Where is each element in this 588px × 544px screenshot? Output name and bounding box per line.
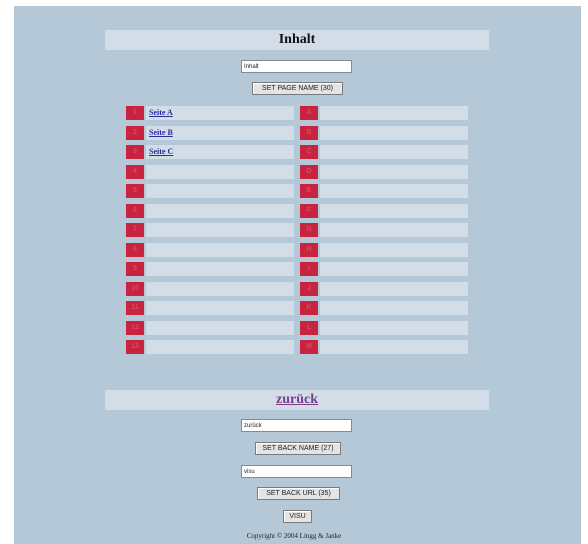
right-entry-number: A xyxy=(300,106,318,120)
right-entry-number: B xyxy=(300,125,318,140)
left-entry-cell xyxy=(146,301,294,315)
right-entry-row: B xyxy=(300,125,468,140)
right-entry-row: C xyxy=(300,145,468,159)
set-page-name-button[interactable]: SET PAGE NAME (30) xyxy=(252,82,343,95)
right-entry-number: H xyxy=(300,242,318,257)
right-entry-row: D xyxy=(300,164,468,179)
right-entry-cell xyxy=(320,281,468,296)
left-entry-row: 3 Seite C xyxy=(126,145,294,159)
left-entry-number: 5 xyxy=(126,184,144,198)
back-name-field[interactable]: zurück xyxy=(241,419,352,432)
left-entry-row: 13 xyxy=(126,340,294,354)
set-back-url-button[interactable]: SET BACK URL (35) xyxy=(257,487,340,500)
left-entry-row: 7 xyxy=(126,223,294,237)
set-back-name-button[interactable]: SET BACK NAME (27) xyxy=(255,442,341,455)
left-entry-cell xyxy=(146,223,294,237)
right-entry-cell xyxy=(320,203,468,218)
left-entry-link[interactable]: Seite B xyxy=(146,126,294,140)
right-entry-number: K xyxy=(300,301,318,315)
right-entry-row: J xyxy=(300,281,468,296)
right-entry-cell xyxy=(320,223,468,237)
left-entry-link[interactable]: Seite A xyxy=(146,106,294,120)
right-entry-number: F xyxy=(300,203,318,218)
left-entry-number: 3 xyxy=(126,145,144,159)
left-entry-number: 6 xyxy=(126,203,144,218)
left-entry-number: 2 xyxy=(126,125,144,140)
left-entry-row: 12 xyxy=(126,320,294,335)
right-entry-cell xyxy=(320,184,468,198)
back-link[interactable]: zurück xyxy=(276,392,318,407)
right-entry-row: M xyxy=(300,340,468,354)
right-entry-cell xyxy=(320,164,468,179)
left-entry-row: 8 xyxy=(126,242,294,257)
left-entry-row: 5 xyxy=(126,184,294,198)
right-entry-number: L xyxy=(300,320,318,335)
left-entry-number: 11 xyxy=(126,301,144,315)
page-title: Inhalt xyxy=(105,30,489,50)
right-entry-row: F xyxy=(300,203,468,218)
right-entry-cell xyxy=(320,106,468,120)
right-entry-number: D xyxy=(300,164,318,179)
right-entry-cell xyxy=(320,301,468,315)
left-entry-row: 2 Seite B xyxy=(126,125,294,140)
right-entry-row: E xyxy=(300,184,468,198)
left-entry-cell xyxy=(146,242,294,257)
right-entry-cell xyxy=(320,262,468,276)
left-entry-number: 8 xyxy=(126,242,144,257)
left-entry-number: 7 xyxy=(126,223,144,237)
left-entry-cell xyxy=(146,184,294,198)
right-entry-number: I xyxy=(300,262,318,276)
back-url-field[interactable]: visu xyxy=(241,465,352,478)
copyright-text: Copyright © 2004 Lingg & Janke xyxy=(246,532,342,540)
left-entry-cell: Seite A xyxy=(146,106,294,120)
left-entry-row: 9 xyxy=(126,262,294,276)
left-entry-cell: Seite B xyxy=(146,125,294,140)
right-entry-number: E xyxy=(300,184,318,198)
left-entry-cell xyxy=(146,340,294,354)
back-link-band: zurück xyxy=(105,390,489,410)
left-entry-cell: Seite C xyxy=(146,145,294,159)
right-entry-row: H xyxy=(300,242,468,257)
right-entry-row: L xyxy=(300,320,468,335)
left-entry-link[interactable]: Seite C xyxy=(146,145,294,159)
left-entry-number: 1 xyxy=(126,106,144,120)
left-entry-number: 4 xyxy=(126,164,144,179)
right-entry-number: M xyxy=(300,340,318,354)
right-entry-row: G xyxy=(300,223,468,237)
right-entry-cell xyxy=(320,145,468,159)
left-entry-row: 11 xyxy=(126,301,294,315)
left-entry-row: 1 Seite A xyxy=(126,106,294,120)
right-entry-number: J xyxy=(300,281,318,296)
right-entry-number: C xyxy=(300,145,318,159)
left-entry-row: 4 xyxy=(126,164,294,179)
left-entry-cell xyxy=(146,262,294,276)
left-entry-cell xyxy=(146,281,294,296)
right-entry-number: G xyxy=(300,223,318,237)
left-entry-cell xyxy=(146,320,294,335)
right-entry-row: K xyxy=(300,301,468,315)
left-entry-row: 10 xyxy=(126,281,294,296)
right-entry-cell xyxy=(320,242,468,257)
page-name-field[interactable]: Inhalt xyxy=(241,60,352,73)
right-entry-cell xyxy=(320,125,468,140)
right-entry-row: A xyxy=(300,106,468,120)
left-entry-number: 10 xyxy=(126,281,144,296)
right-entry-cell xyxy=(320,340,468,354)
left-entry-number: 9 xyxy=(126,262,144,276)
left-entry-number: 12 xyxy=(126,320,144,335)
visu-button[interactable]: VISU xyxy=(283,510,312,523)
left-entry-cell xyxy=(146,203,294,218)
right-entry-cell xyxy=(320,320,468,335)
left-entry-number: 13 xyxy=(126,340,144,354)
right-entry-row: I xyxy=(300,262,468,276)
left-entry-cell xyxy=(146,164,294,179)
left-entry-row: 6 xyxy=(126,203,294,218)
